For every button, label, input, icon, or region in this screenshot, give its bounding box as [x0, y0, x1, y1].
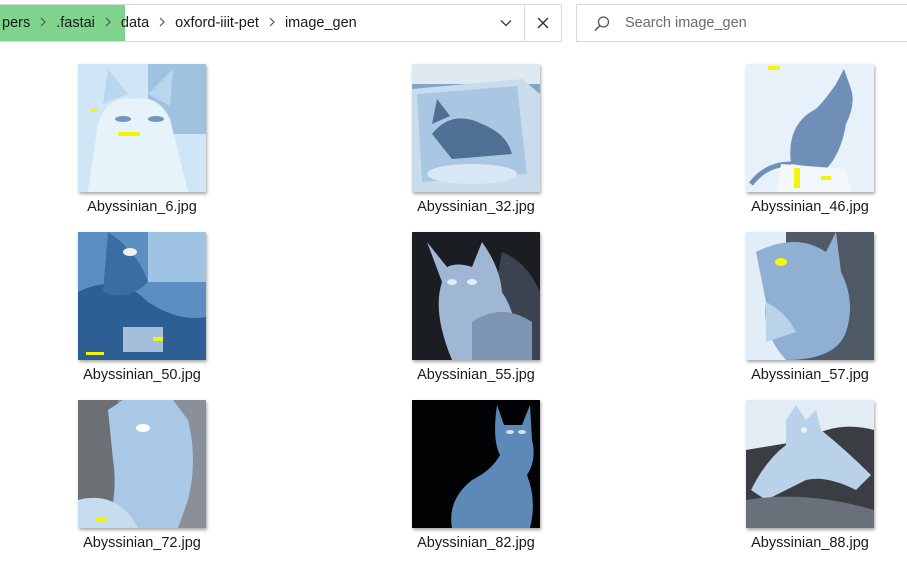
address-bar[interactable]: pers .fastai data oxford-iiit-pet image_…	[0, 4, 562, 42]
search-box[interactable]	[576, 4, 907, 42]
image-thumbnail	[78, 64, 206, 192]
image-thumbnail	[412, 400, 540, 528]
chevron-down-icon	[500, 20, 512, 27]
chevron-right-icon[interactable]	[97, 5, 119, 41]
file-name: Abyssinian_57.jpg	[751, 367, 869, 383]
image-thumbnail	[746, 232, 874, 360]
file-tile[interactable]: Abyssinian_50.jpg	[57, 214, 227, 383]
chevron-right-icon[interactable]	[261, 5, 283, 41]
file-name: Abyssinian_88.jpg	[751, 535, 869, 551]
clear-address-button[interactable]	[524, 5, 561, 41]
file-tile[interactable]: Abyssinian_57.jpg	[725, 214, 895, 383]
file-grid: Abyssinian_6.jpg Abyssinian_32.jpg Abyss…	[0, 46, 907, 577]
file-name: Abyssinian_32.jpg	[417, 199, 535, 215]
breadcrumb-item[interactable]: data	[119, 5, 151, 41]
chevron-right-icon[interactable]	[32, 5, 54, 41]
file-tile[interactable]: Abyssinian_55.jpg	[391, 214, 561, 383]
breadcrumb: pers .fastai data oxford-iiit-pet image_…	[0, 5, 359, 41]
file-tile[interactable]: Abyssinian_82.jpg	[391, 382, 561, 551]
file-tile[interactable]: Abyssinian_72.jpg	[57, 382, 227, 551]
close-icon	[537, 17, 549, 29]
file-tile[interactable]: Abyssinian_46.jpg	[725, 46, 895, 215]
chevron-right-icon[interactable]	[151, 5, 173, 41]
search-icon	[594, 16, 610, 32]
image-thumbnail	[78, 232, 206, 360]
top-bar: pers .fastai data oxford-iiit-pet image_…	[0, 0, 907, 46]
file-name: Abyssinian_72.jpg	[83, 535, 201, 551]
file-name: Abyssinian_55.jpg	[417, 367, 535, 383]
file-name: Abyssinian_6.jpg	[87, 199, 197, 215]
breadcrumb-item[interactable]: .fastai	[54, 5, 97, 41]
file-name: Abyssinian_46.jpg	[751, 199, 869, 215]
file-tile[interactable]: Abyssinian_32.jpg	[391, 46, 561, 215]
breadcrumb-item[interactable]: image_gen	[283, 5, 359, 41]
image-thumbnail	[412, 232, 540, 360]
breadcrumb-item[interactable]: pers	[0, 5, 32, 41]
image-thumbnail	[412, 64, 540, 192]
image-thumbnail	[746, 400, 874, 528]
file-tile[interactable]: Abyssinian_88.jpg	[725, 382, 895, 551]
breadcrumb-item[interactable]: oxford-iiit-pet	[173, 5, 261, 41]
file-tile[interactable]: Abyssinian_6.jpg	[57, 46, 227, 215]
file-name: Abyssinian_82.jpg	[417, 535, 535, 551]
address-dropdown-button[interactable]	[488, 5, 524, 41]
image-thumbnail	[78, 400, 206, 528]
search-input[interactable]	[625, 5, 895, 41]
file-name: Abyssinian_50.jpg	[83, 367, 201, 383]
image-thumbnail	[746, 64, 874, 192]
